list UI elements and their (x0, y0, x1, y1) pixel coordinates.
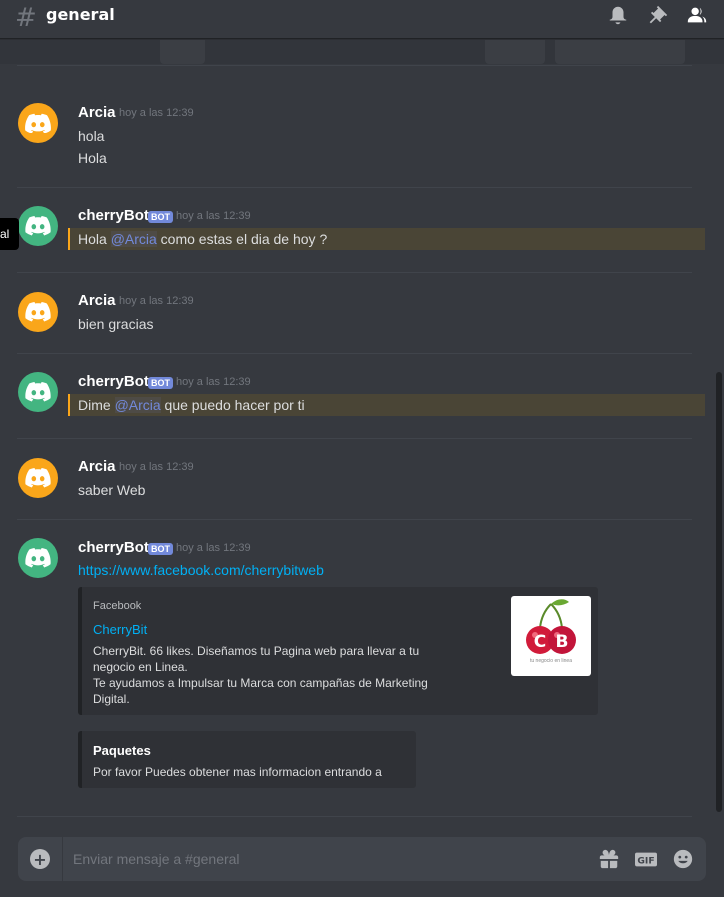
avatar[interactable] (18, 458, 58, 498)
divider (17, 65, 692, 66)
message-author[interactable]: Arcia (78, 104, 116, 121)
message-timestamp: hoy a las 12:39 (176, 210, 251, 222)
embed-heading: Paquetes (93, 743, 151, 758)
user-mention[interactable]: @Arcia (110, 231, 157, 247)
discord-logo-icon (25, 548, 51, 568)
message-timestamp: hoy a las 12:39 (119, 107, 194, 119)
link-embed: Facebook CherryBit CherryBit. 66 likes. … (78, 587, 598, 715)
members-icon[interactable] (686, 4, 708, 26)
pin-icon[interactable] (647, 4, 669, 26)
message-composer: + GIF (18, 837, 706, 881)
avatar[interactable] (18, 103, 58, 143)
user-mention[interactable]: @Arcia (114, 397, 161, 413)
channel-header: # general (0, 0, 724, 39)
message-text: hola (78, 128, 105, 144)
embed-description: Por favor Puedes obtener mas informacion… (93, 765, 382, 779)
message-timestamp: hoy a las 12:39 (119, 295, 194, 307)
plus-icon: + (33, 849, 47, 869)
logo-letter-c: C (534, 632, 546, 652)
message-timestamp: hoy a las 12:39 (176, 376, 251, 388)
discord-logo-icon (25, 382, 51, 402)
gif-icon[interactable]: GIF (633, 848, 659, 870)
truncated-previous-content (0, 40, 724, 64)
embed-thumbnail[interactable]: C B tu negocio en linea (511, 596, 591, 676)
embed-title-link[interactable]: CherryBit (93, 622, 147, 637)
message-text: bien gracias (78, 316, 154, 332)
divider (17, 187, 692, 188)
messages-list[interactable]: Arcia hoy a las 12:39 hola Hola cherryBo… (0, 40, 724, 818)
channel-hash-icon: # (15, 3, 37, 33)
divider (17, 519, 692, 520)
rich-embed: Paquetes Por favor Puedes obtener mas in… (78, 731, 416, 788)
message-timestamp: hoy a las 12:39 (119, 461, 194, 473)
avatar[interactable] (18, 372, 58, 412)
highlighted-message: Hola @Arcia como estas el dia de hoy ? (68, 228, 705, 250)
discord-logo-icon (25, 468, 51, 488)
bot-badge: BOT (148, 543, 173, 555)
scrollbar-thumb[interactable] (716, 372, 722, 812)
avatar[interactable] (18, 206, 58, 246)
message-link[interactable]: https://www.facebook.com/cherrybitweb (78, 562, 324, 578)
message-input[interactable] (73, 849, 523, 869)
gift-icon[interactable] (598, 848, 620, 870)
upload-plus-button[interactable]: + (30, 849, 50, 869)
avatar[interactable] (18, 292, 58, 332)
embed-provider: Facebook (93, 600, 142, 612)
message-text: Hola (78, 150, 107, 166)
svg-text:GIF: GIF (637, 856, 654, 867)
bot-badge: BOT (148, 211, 173, 223)
message-text: Dime @Arcia que puedo hacer por ti (78, 397, 305, 413)
channel-name: general (46, 5, 115, 24)
divider (17, 272, 692, 273)
embed-description: CherryBit. 66 likes. Diseñamos tu Pagina… (93, 644, 428, 706)
discord-logo-icon (25, 302, 51, 322)
message-timestamp: hoy a las 12:39 (176, 542, 251, 554)
message-author[interactable]: cherryBot (78, 539, 149, 556)
message-author[interactable]: Arcia (78, 292, 116, 309)
tooltip: al (0, 218, 19, 250)
message-text: saber Web (78, 482, 146, 498)
avatar[interactable] (18, 538, 58, 578)
cherry-logo-icon: C B (526, 599, 576, 654)
bot-badge: BOT (148, 377, 173, 389)
message-author[interactable]: Arcia (78, 458, 116, 475)
composer-separator (62, 837, 63, 881)
message-text: Hola @Arcia como estas el dia de hoy ? (78, 231, 328, 247)
message-author[interactable]: cherryBot (78, 207, 149, 224)
bell-icon[interactable] (607, 4, 629, 26)
thumbnail-caption: tu negocio en linea (530, 658, 572, 664)
discord-logo-icon (25, 113, 51, 133)
message-author[interactable]: cherryBot (78, 373, 149, 390)
divider (17, 438, 692, 439)
discord-logo-icon (25, 216, 51, 236)
logo-letter-b: B (556, 632, 569, 652)
emoji-icon[interactable] (672, 848, 694, 870)
divider (17, 353, 692, 354)
highlighted-message: Dime @Arcia que puedo hacer por ti (68, 394, 705, 416)
divider (17, 816, 692, 817)
